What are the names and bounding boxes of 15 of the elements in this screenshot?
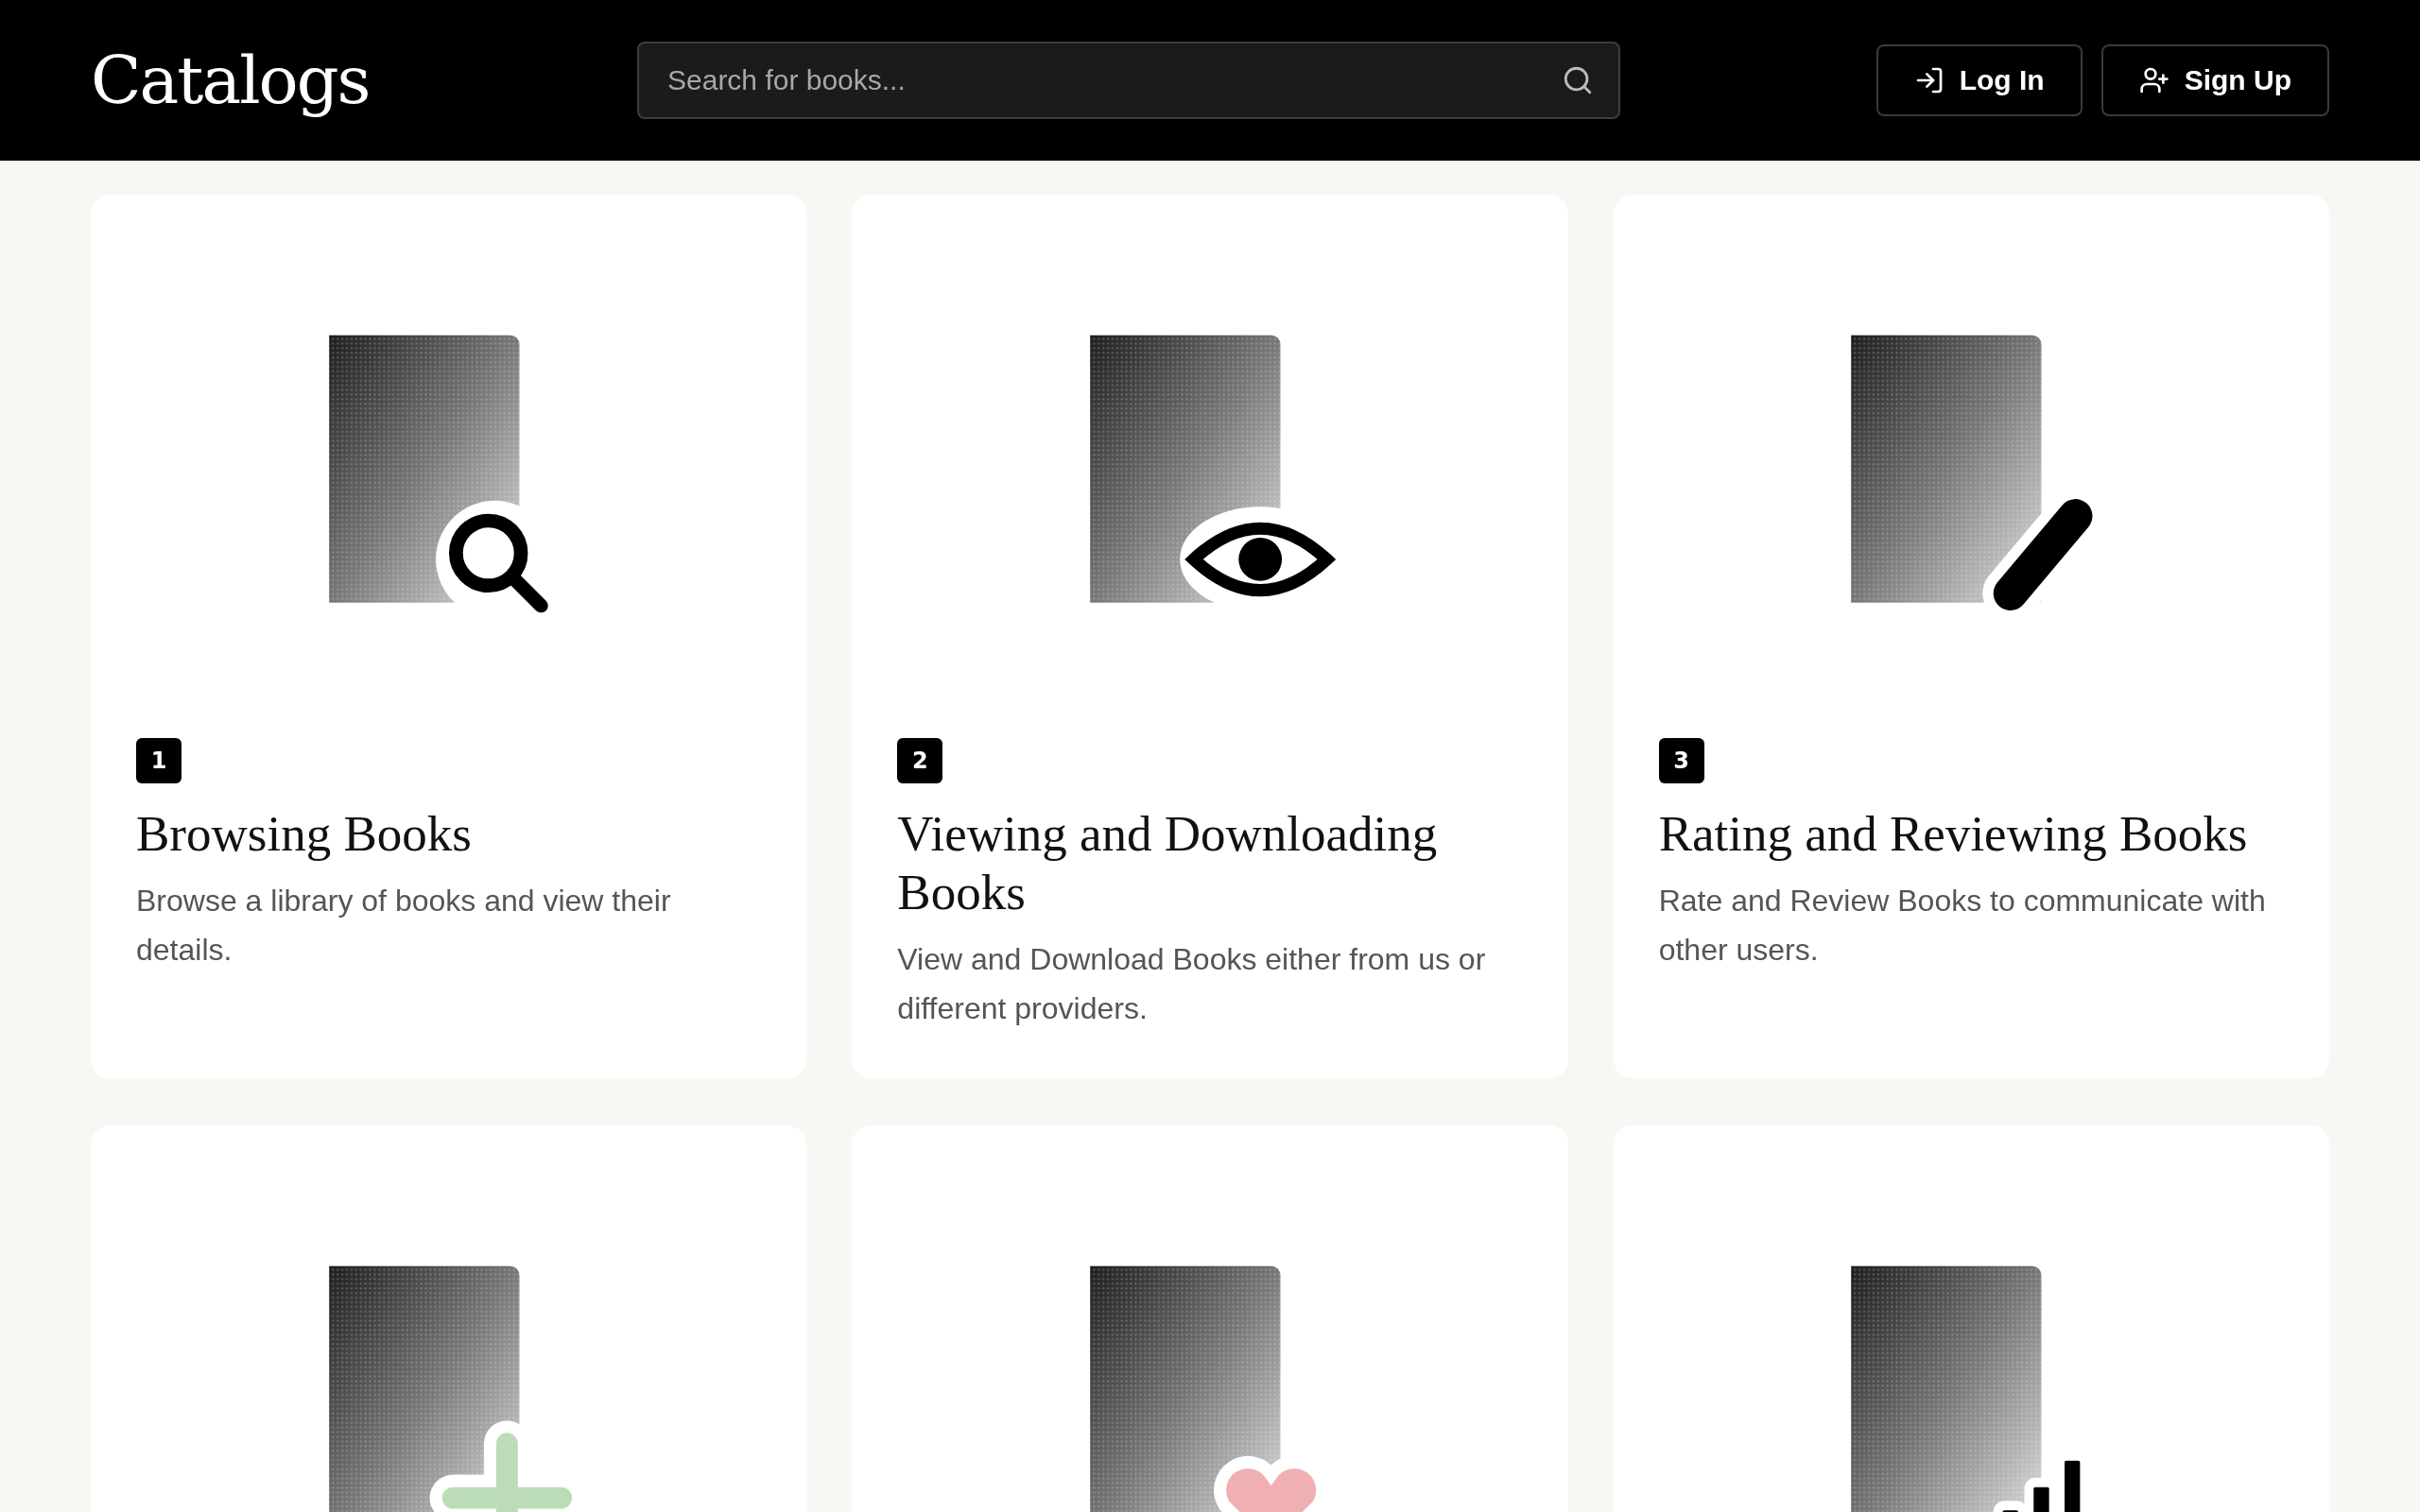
search-field[interactable]: Search for books... — [637, 42, 1620, 119]
logo[interactable]: Catalogs — [91, 42, 637, 119]
step-number: 1 — [136, 738, 182, 783]
step-number: 2 — [897, 738, 943, 783]
login-button[interactable]: Log In — [1876, 44, 2083, 116]
step-number: 3 — [1658, 738, 1704, 783]
search-icon[interactable] — [1562, 64, 1594, 96]
card-description: View and Download Books either from us or different providers. — [897, 941, 1487, 1027]
card-description: Rate and Review Books to communicate with other users. — [1658, 883, 2267, 969]
card-title: Viewing and Downloading Books — [897, 805, 1439, 921]
signup-button[interactable]: Sign Up — [2100, 44, 2329, 116]
card-title: Browsing Books — [136, 805, 473, 863]
user-plus-icon — [2138, 65, 2169, 95]
card-title: Rating and Reviewing Books — [1658, 805, 2249, 863]
card-description: Browse a library of books and view their details. — [136, 883, 672, 969]
